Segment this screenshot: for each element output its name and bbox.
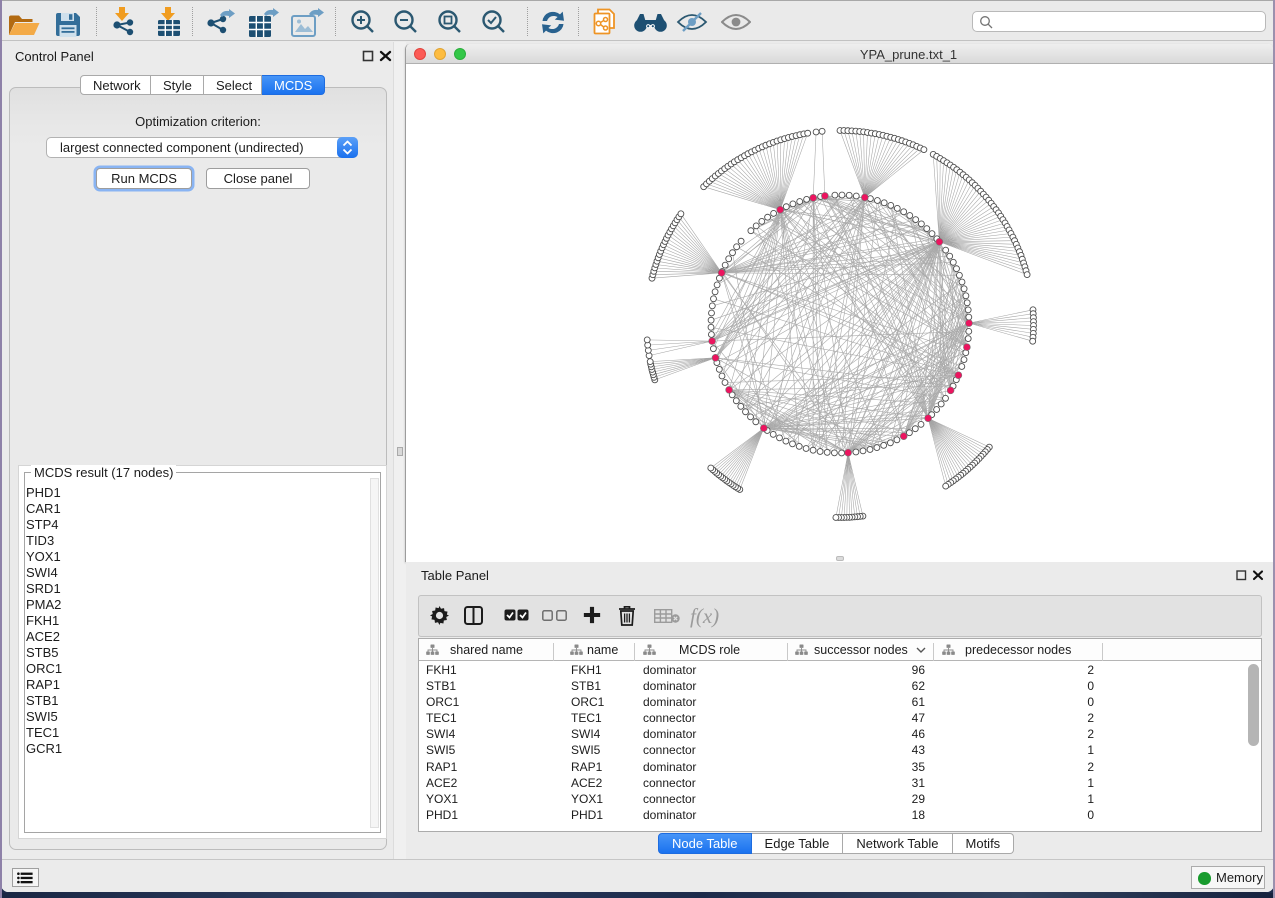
svg-text:f(x): f(x) — [690, 604, 719, 628]
